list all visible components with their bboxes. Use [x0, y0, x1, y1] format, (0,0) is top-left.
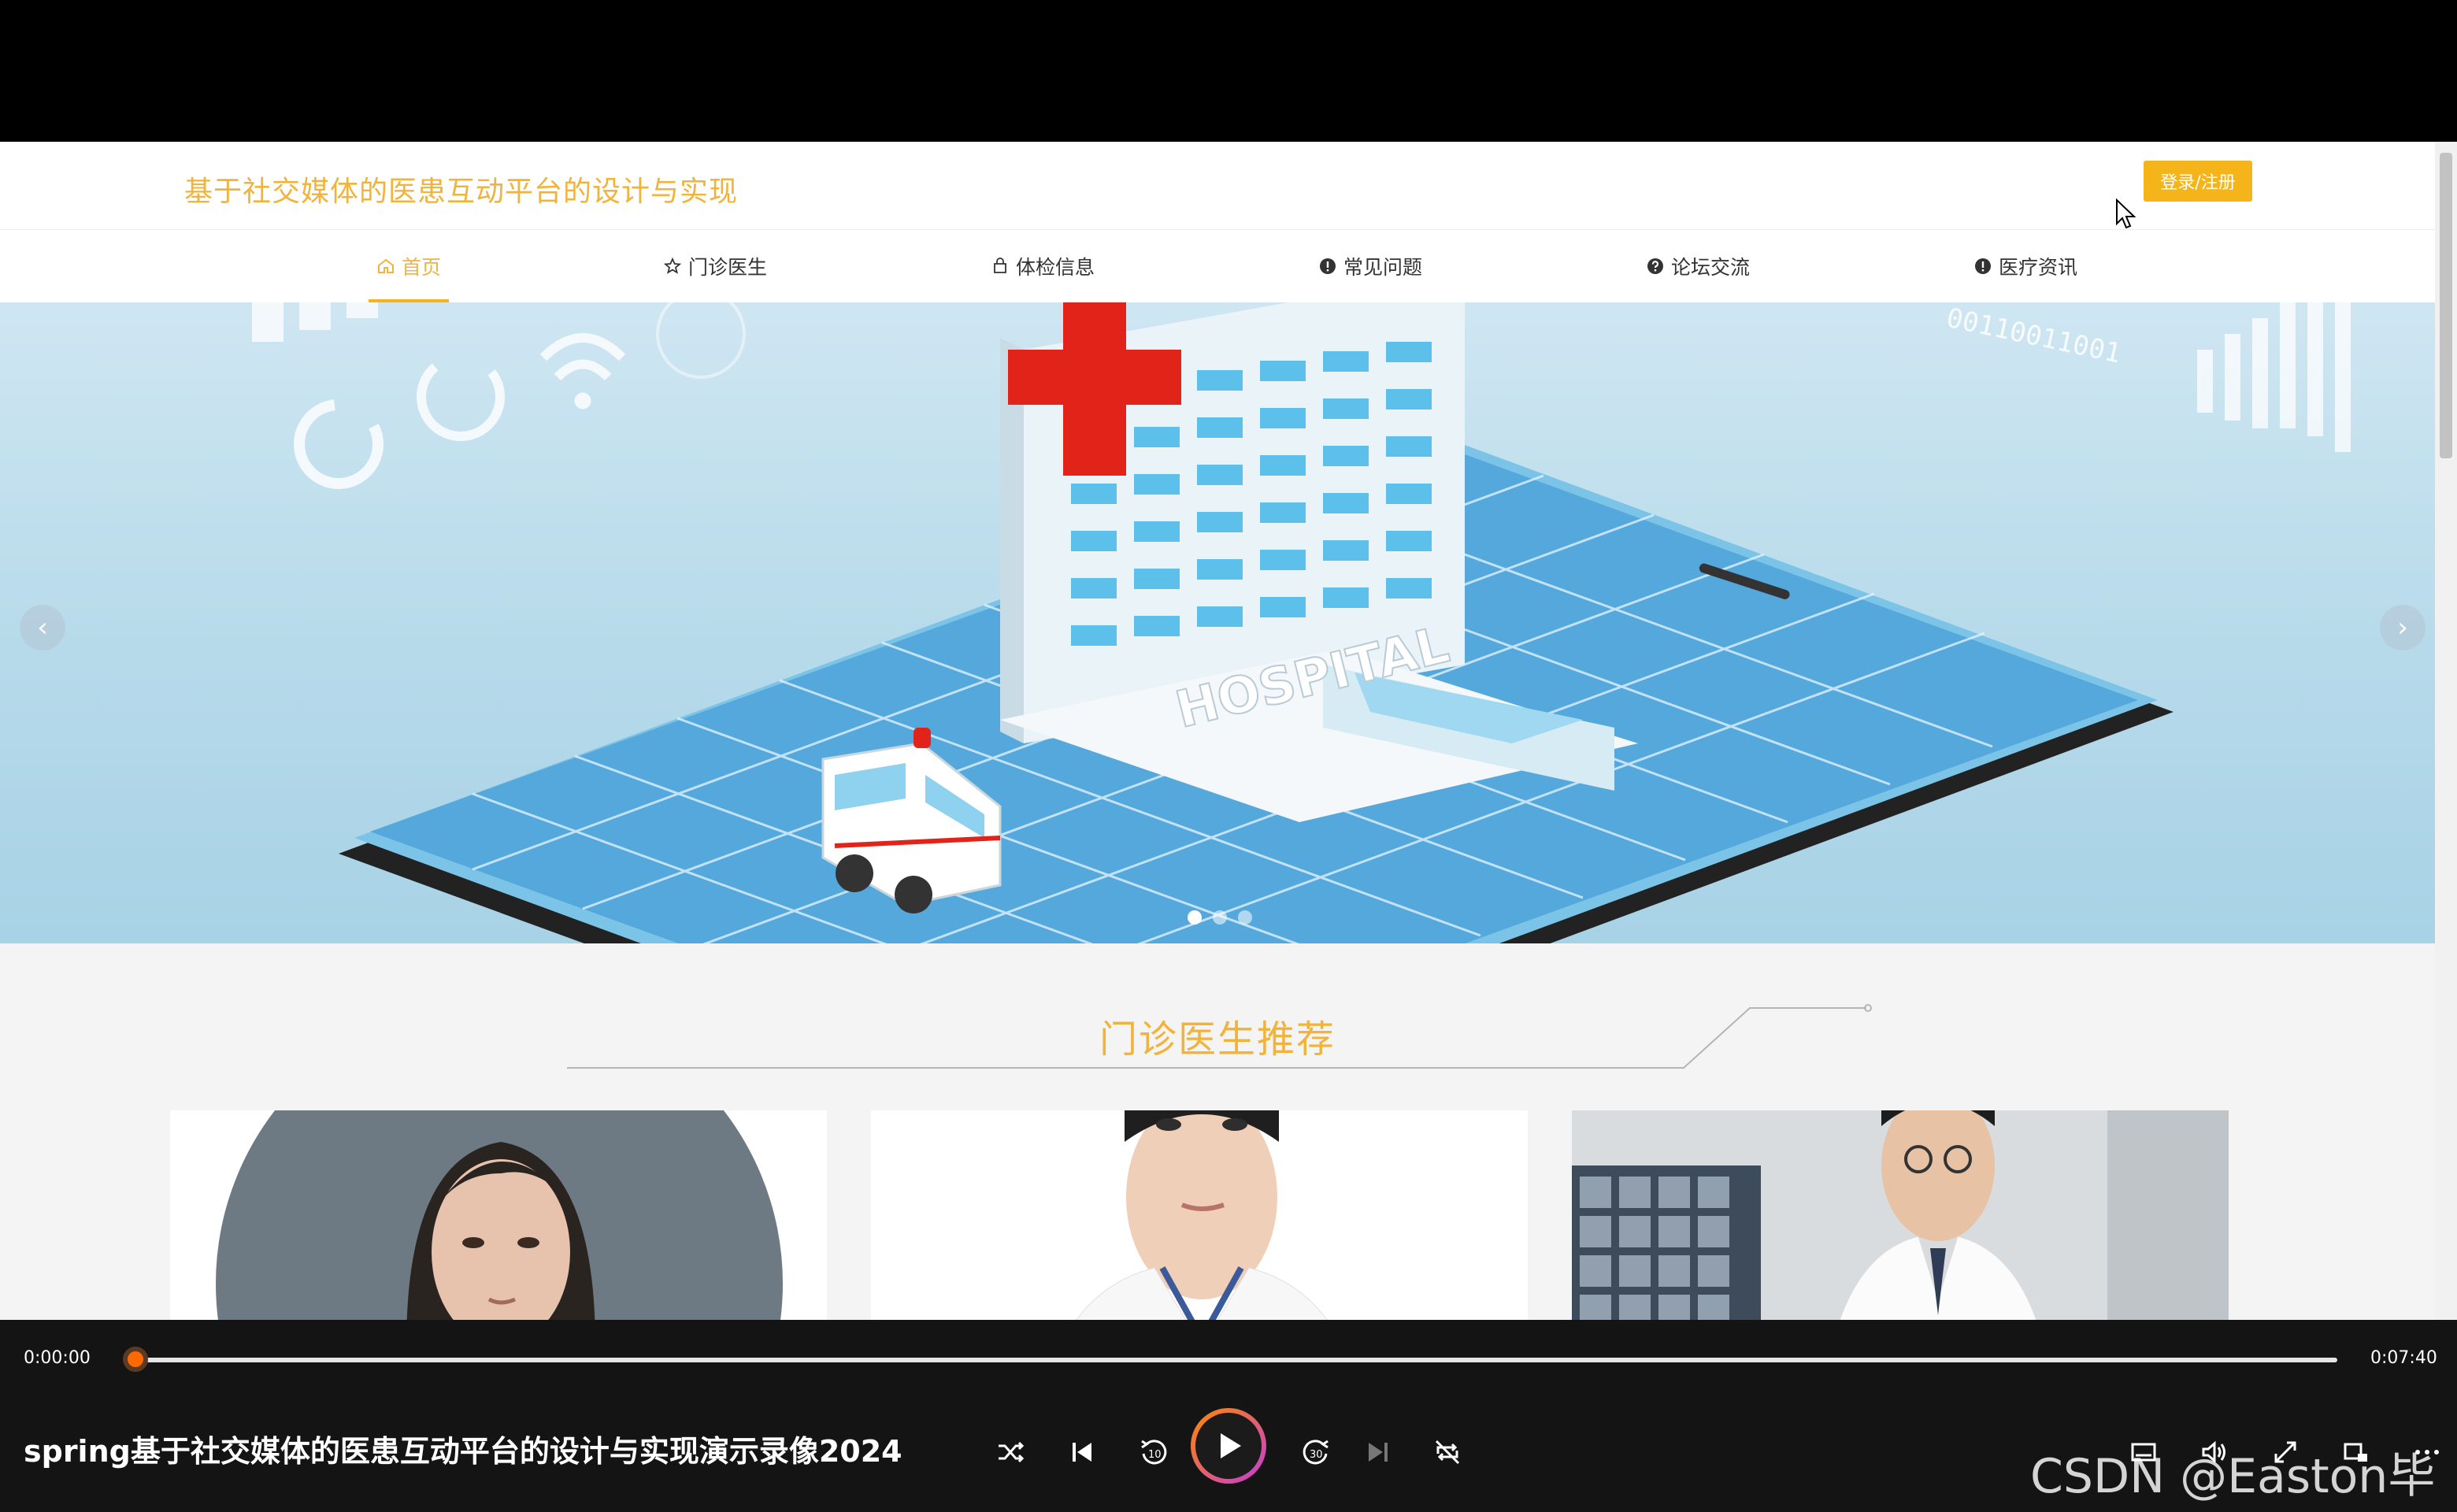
- shuffle-button[interactable]: [994, 1435, 1028, 1469]
- scrollbar-thumb[interactable]: [2440, 153, 2452, 458]
- doctor-card[interactable]: [1572, 1110, 2229, 1320]
- login-register-button[interactable]: 登录/注册: [2144, 161, 2252, 202]
- total-time: 0:07:40: [2370, 1348, 2437, 1368]
- info-circle-icon: [1320, 258, 1336, 274]
- nav-item-checkup[interactable]: 体检信息: [991, 230, 1095, 302]
- current-time: 0:00:00: [24, 1348, 91, 1368]
- bag-icon: [994, 258, 1006, 273]
- nav-item-faq[interactable]: 常见问题: [1318, 230, 1422, 302]
- main-nav: 首页 门诊医生 体检信息 常见问题 论坛交流 医疗资讯: [0, 230, 2435, 302]
- nav-label: 体检信息: [1016, 256, 1095, 279]
- nav-label: 论坛交流: [1671, 256, 1751, 279]
- web-page: 基于社交媒体的医患互动平台的设计与实现 登录/注册 首页 门诊医生 体检信息 常…: [0, 142, 2457, 1320]
- carousel-dot[interactable]: [1238, 910, 1252, 925]
- repeat-icon: [1435, 1440, 1460, 1465]
- previous-button[interactable]: [1065, 1435, 1099, 1469]
- repeat-button[interactable]: [1430, 1435, 1465, 1469]
- watermark-text: CSDN @Easton毕设: [2030, 1449, 2436, 1504]
- rewind-10-button[interactable]: 10: [1136, 1435, 1170, 1469]
- page-scrollbar[interactable]: [2435, 142, 2457, 1320]
- nav-label: 首页: [402, 256, 442, 279]
- carousel-indicators: [1188, 910, 1252, 925]
- question-circle-icon: [1647, 258, 1663, 274]
- binary-text: 00110011001: [1944, 302, 2124, 370]
- nav-item-home[interactable]: 首页: [368, 230, 450, 302]
- mouse-cursor-icon: [2116, 198, 2136, 229]
- nav-label: 常见问题: [1343, 256, 1423, 279]
- progress-handle[interactable]: [123, 1347, 148, 1372]
- star-icon: [663, 257, 682, 274]
- doctor-photo: [1572, 1110, 2229, 1320]
- info-circle-icon: [1975, 258, 1991, 274]
- nav-item-forum[interactable]: 论坛交流: [1646, 230, 1750, 302]
- doctor-card[interactable]: [170, 1110, 827, 1320]
- next-button[interactable]: [1361, 1435, 1395, 1469]
- forward-30-button[interactable]: 30: [1299, 1435, 1334, 1469]
- progress-bar[interactable]: [135, 1358, 2337, 1362]
- nav-label: 医疗资讯: [1999, 256, 2078, 279]
- rewind-10-icon: 10: [1141, 1440, 1167, 1465]
- site-title: 基于社交媒体的医患互动平台的设计与实现: [184, 176, 739, 208]
- svg-text:30: 30: [1310, 1449, 1323, 1461]
- nav-item-news[interactable]: 医疗资讯: [1973, 230, 2077, 302]
- forward-30-icon: 30: [1303, 1440, 1329, 1465]
- section-title: 门诊医生推荐: [1099, 1017, 1336, 1062]
- hero-carousel[interactable]: 00110011001 HOSPITAL ‹ ›: [0, 302, 2435, 943]
- play-button[interactable]: [1191, 1408, 1266, 1484]
- carousel-dot[interactable]: [1213, 910, 1227, 925]
- shuffle-icon: [999, 1441, 1025, 1463]
- home-icon: [378, 258, 394, 273]
- nav-label: 门诊医生: [688, 256, 768, 279]
- nav-item-doctors[interactable]: 门诊医生: [663, 230, 767, 302]
- skip-previous-icon: [1073, 1443, 1091, 1462]
- carousel-next-button[interactable]: ›: [2380, 605, 2426, 650]
- doctor-card[interactable]: [871, 1110, 1528, 1320]
- video-player-bar: 0:00:00 0:07:40 spring基于社交媒体的医患互动平台的设计与实…: [0, 1320, 2457, 1512]
- doctor-photo: [871, 1110, 1528, 1320]
- skip-next-icon: [1369, 1443, 1388, 1462]
- doctor-photo: [170, 1110, 827, 1320]
- site-header: 基于社交媒体的医患互动平台的设计与实现 登录/注册: [0, 142, 2435, 230]
- screen: 基于社交媒体的医患互动平台的设计与实现 登录/注册 首页 门诊医生 体检信息 常…: [0, 0, 2457, 1512]
- hospital-illustration: 00110011001 HOSPITAL: [252, 302, 2351, 943]
- svg-text:10: 10: [1148, 1449, 1162, 1461]
- video-title: spring基于社交媒体的医患互动平台的设计与实现演示录像2024: [24, 1434, 902, 1469]
- carousel-dot[interactable]: [1188, 910, 1202, 925]
- play-icon: [1221, 1433, 1241, 1458]
- carousel-prev-button[interactable]: ‹: [20, 605, 65, 650]
